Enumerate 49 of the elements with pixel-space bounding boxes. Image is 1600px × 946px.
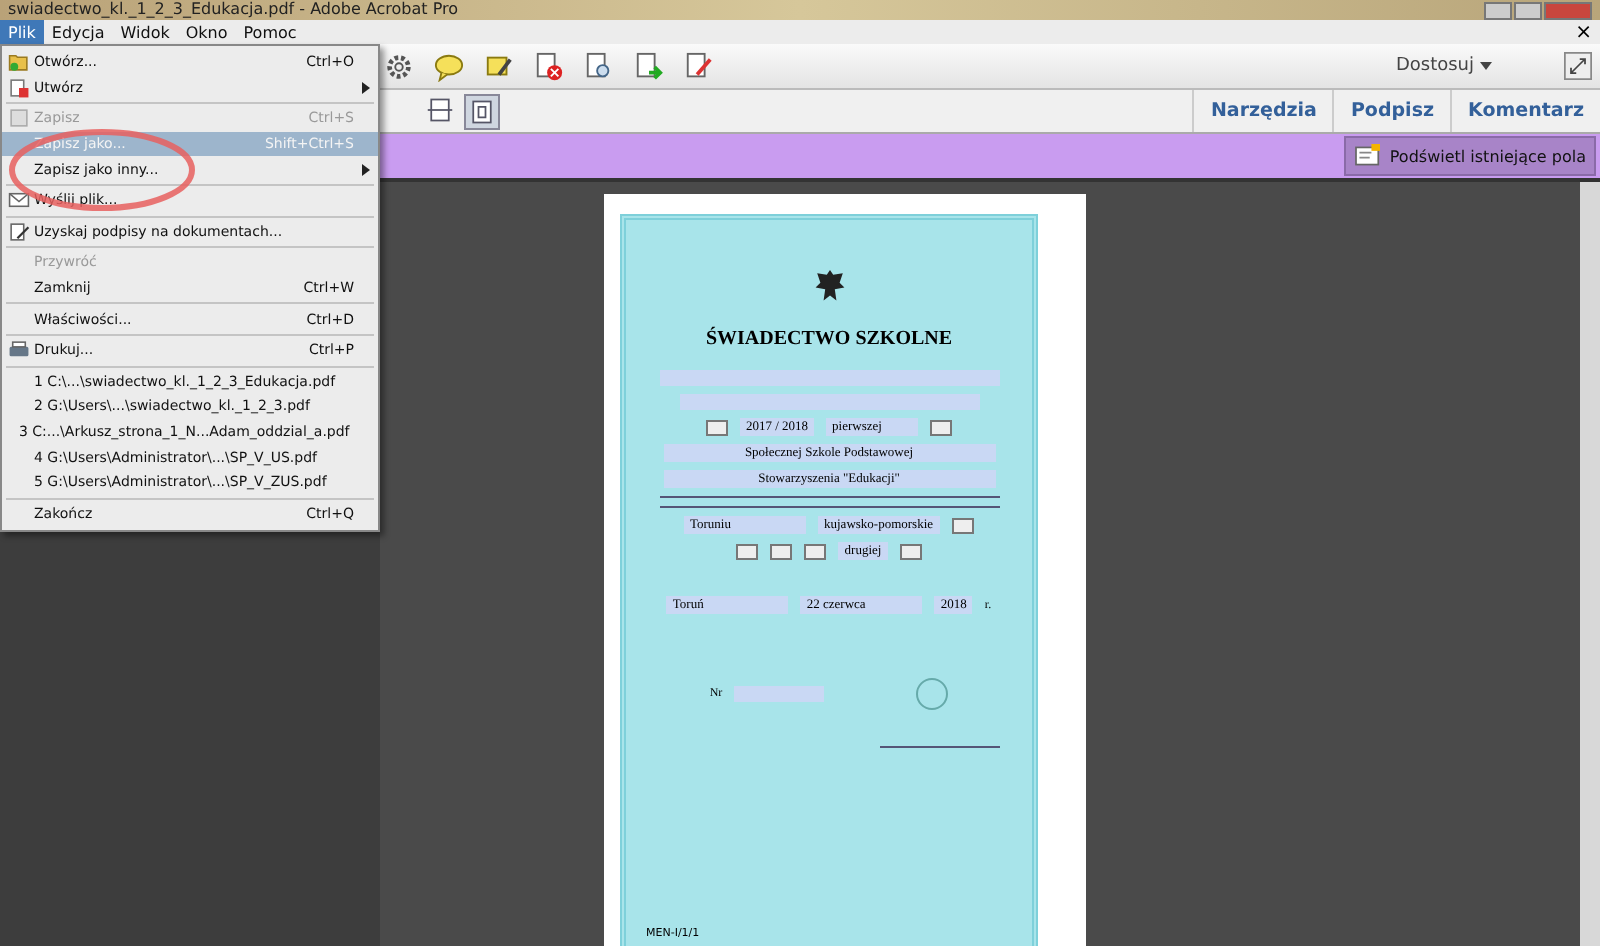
menu-bar-item[interactable]: Plik (0, 20, 44, 44)
name-field[interactable] (659, 370, 999, 386)
dropdown-field[interactable] (736, 543, 759, 559)
caret-icon (1480, 62, 1492, 70)
number-field[interactable] (734, 686, 825, 702)
menu-bar-item[interactable]: Widok (112, 20, 178, 44)
submenu-arrow-icon (362, 163, 370, 176)
document-search-icon[interactable] (584, 51, 614, 81)
document-edit-icon[interactable] (684, 51, 714, 81)
form-fields-icon (1353, 144, 1382, 168)
dropdown-field[interactable] (770, 543, 793, 559)
signature-line (879, 746, 999, 748)
zoom-mode-dropdown[interactable]: Dostosuj (1383, 54, 1504, 78)
panel-tab[interactable]: Komentarz (1450, 90, 1600, 132)
panel-tab[interactable]: Narzędzia (1192, 90, 1333, 132)
full-screen-icon[interactable] (1564, 52, 1592, 80)
printer-icon (7, 340, 29, 361)
fit-page-icon[interactable] (464, 93, 500, 129)
window-title: swiadectwo_kl._1_2_3_Edukacja.pdf - Adobe Acrobat Pro (8, 0, 459, 20)
highlighter-icon[interactable] (484, 51, 514, 81)
seal-circle-icon (916, 678, 949, 710)
eagle-emblem-icon (813, 268, 845, 304)
panel-tab[interactable]: Podpisz (1332, 90, 1450, 132)
folder-icon (7, 52, 29, 73)
close-button[interactable] (1544, 1, 1592, 19)
highlight-fields-button[interactable]: Podświetl istniejące pola (1343, 136, 1596, 176)
certificate-title: ŚWIADECTWO SZKOLNE (705, 328, 953, 350)
envelope-icon (7, 190, 29, 211)
maximize-button[interactable] (1514, 1, 1542, 19)
minimize-button[interactable] (1484, 1, 1512, 19)
menu-bar-item[interactable]: Edycja (43, 20, 113, 44)
document-pen-icon (7, 221, 29, 242)
speech-bubble-icon[interactable] (434, 51, 464, 81)
dropdown-field[interactable] (952, 517, 974, 533)
submenu-arrow-icon (362, 81, 370, 94)
document-arrow-icon[interactable] (634, 51, 664, 81)
dropdown-field[interactable] (899, 543, 922, 559)
dropdown-field[interactable] (930, 419, 953, 435)
dropdown-field[interactable] (804, 543, 827, 559)
scroll-bar[interactable] (1580, 182, 1600, 946)
menu-bar-item[interactable]: Pomoc (235, 20, 305, 44)
document-delete-icon[interactable] (534, 51, 564, 81)
dropdown-field[interactable] (705, 419, 728, 435)
birth-field[interactable] (679, 394, 979, 410)
fit-width-icon[interactable] (424, 93, 456, 125)
document-plus-icon (7, 77, 29, 98)
close-document-button[interactable]: × (1567, 21, 1600, 43)
menu-bar-item[interactable]: Okno (177, 20, 236, 44)
gear-icon[interactable] (384, 51, 414, 81)
